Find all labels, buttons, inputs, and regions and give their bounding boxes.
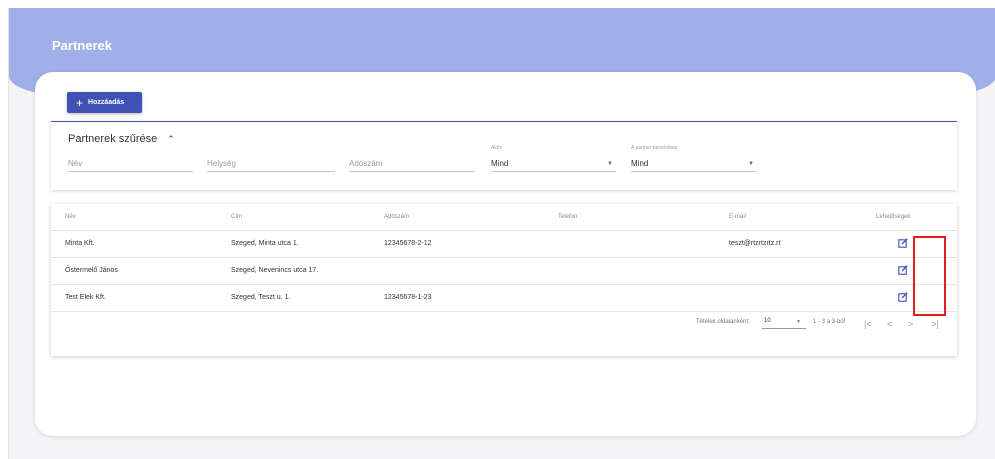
column-header-phone[interactable]: Telefon: [558, 204, 577, 230]
column-header-email[interactable]: E-mail: [729, 204, 746, 230]
first-page-button[interactable]: |<: [864, 319, 872, 329]
content-card: + Hozzáadás Partnerek szűrése ⌃ Név Hely…: [35, 72, 976, 436]
dropdown-arrow-icon: ▼: [796, 319, 801, 325]
table-row: Minta Kft. Szeged, Minta utca 1. 1234567…: [51, 231, 957, 258]
tax-placeholder: Adószám: [349, 159, 383, 168]
active-label: Aktív: [491, 145, 503, 151]
previous-page-button[interactable]: <: [887, 319, 892, 329]
cell-name: Minta Kft.: [65, 240, 95, 247]
chevron-up-icon[interactable]: ⌃: [167, 134, 175, 145]
plus-icon: +: [76, 95, 84, 110]
cell-tax: 12345678-2-12: [384, 240, 432, 247]
highlight-box: [913, 236, 946, 316]
add-button-label: Hozzáadás: [88, 99, 125, 106]
column-header-options: Lehetőségek: [876, 214, 911, 220]
page-range: 1 - 3 a 3-ból: [813, 319, 846, 325]
name-input[interactable]: Név: [68, 151, 193, 172]
category-select[interactable]: A partner besorolása Mind ▼: [631, 145, 757, 172]
filter-header[interactable]: Partnerek szűrése ⌃: [68, 133, 175, 145]
tax-number-input[interactable]: Adószám: [349, 151, 475, 172]
category-label: A partner besorolása: [631, 145, 678, 151]
city-input[interactable]: Helység: [207, 151, 335, 172]
name-placeholder: Név: [68, 159, 83, 168]
column-header-address[interactable]: Cím: [231, 204, 242, 230]
last-page-button[interactable]: >|: [931, 319, 939, 329]
cell-address: Szeged, Nevenincs utca 17.: [231, 267, 319, 274]
active-value: Mind: [491, 159, 509, 168]
add-partner-button[interactable]: + Hozzáadás: [67, 92, 142, 113]
cell-name: Őstermelő János: [65, 267, 118, 274]
paginator: Tételek oldalanként: 10 ▼ 1 - 3 a 3-ból …: [51, 308, 957, 338]
edit-icon[interactable]: [898, 292, 908, 302]
partners-table: Név Cím Adószám Telefon E-mail Lehetőség…: [51, 204, 957, 356]
column-header-name[interactable]: Név: [65, 204, 76, 230]
column-header-tax[interactable]: Adószám: [384, 204, 409, 230]
filter-panel: Partnerek szűrése ⌃ Név Helység Adószám …: [51, 121, 957, 190]
page-title: Partnerek: [52, 38, 112, 53]
cell-email: teszt@rtzrtzrtz.rt: [729, 240, 781, 247]
next-page-button[interactable]: >: [908, 319, 913, 329]
edit-icon[interactable]: [898, 265, 908, 275]
dropdown-arrow-icon: ▼: [607, 161, 613, 167]
edit-icon[interactable]: [898, 238, 908, 248]
per-page-value: 10: [764, 318, 771, 324]
per-page-label: Tételek oldalanként:: [696, 319, 750, 325]
active-select[interactable]: Aktív Mind ▼: [491, 145, 616, 172]
per-page-select[interactable]: 10 ▼: [762, 315, 806, 329]
filter-title: Partnerek szűrése: [68, 133, 158, 145]
city-placeholder: Helység: [207, 159, 236, 168]
category-value: Mind: [631, 159, 649, 168]
cell-address: Szeged, Minta utca 1.: [231, 240, 299, 247]
app-frame: Partnerek + Hozzáadás Partnerek szűrése …: [8, 8, 995, 459]
dropdown-arrow-icon: ▼: [748, 161, 754, 167]
table-header-row: Név Cím Adószám Telefon E-mail Lehetőség…: [51, 204, 957, 231]
table-row: Őstermelő János Szeged, Nevenincs utca 1…: [51, 258, 957, 285]
